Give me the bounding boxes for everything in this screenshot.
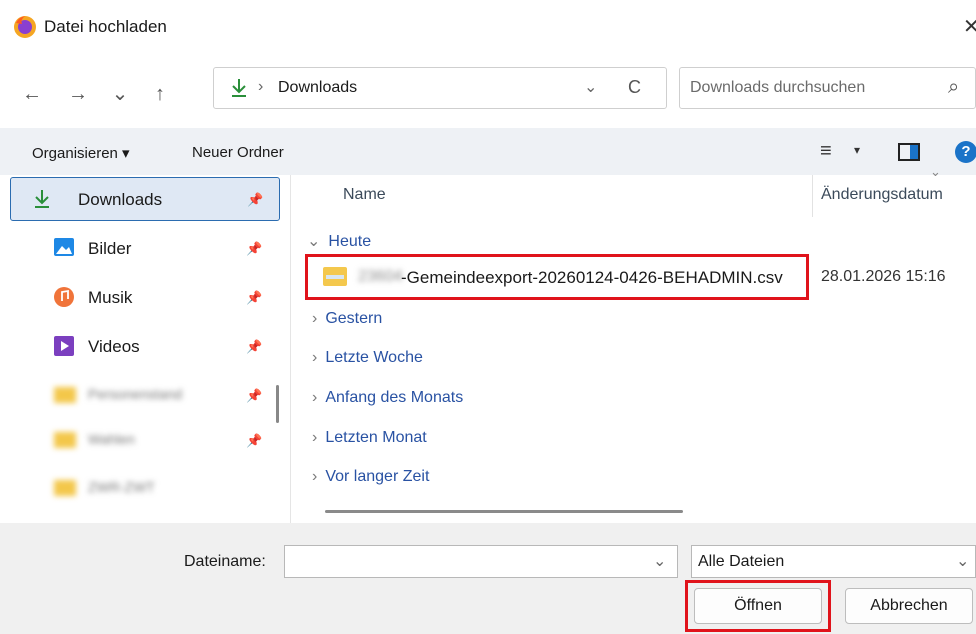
chevron-down-icon: ⌄: [307, 233, 321, 250]
forward-button[interactable]: →: [64, 80, 92, 108]
chevron-right-icon: ›: [312, 429, 318, 446]
pin-icon[interactable]: 📌: [246, 388, 262, 404]
music-icon: [54, 287, 74, 307]
firefox-icon: [14, 16, 36, 38]
sidebar-scrollbar[interactable]: [276, 385, 279, 423]
sidebar-item-label: Downloads: [78, 190, 163, 209]
back-button[interactable]: ←: [18, 80, 46, 108]
chevron-right-icon: ›: [312, 310, 318, 327]
filename-label: Dateiname:: [184, 553, 266, 570]
pin-icon[interactable]: 📌: [246, 339, 262, 355]
zip-file-icon: [323, 267, 347, 286]
file-name-redacted: 23604: [358, 268, 403, 285]
view-options-caret[interactable]: ▾: [854, 143, 860, 157]
sidebar-item-label: Bilder: [88, 239, 132, 258]
file-name[interactable]: -Gemeindeexport-20260124-0426-BEHADMIN.c…: [401, 268, 783, 288]
sidebar-item-folder[interactable]: Personenstand 📌: [10, 373, 280, 417]
sidebar-item-label: Musik: [88, 288, 133, 307]
group-long-ago[interactable]: › Vor langer Zeit: [312, 468, 429, 486]
pictures-icon: [54, 238, 74, 256]
breadcrumb-downloads[interactable]: Downloads: [278, 79, 357, 97]
recent-locations-button[interactable]: ⌄: [106, 80, 134, 108]
search-icon[interactable]: ⌕: [948, 76, 959, 99]
download-arrow-icon: [232, 79, 246, 97]
download-icon: [35, 190, 49, 208]
view-options-icon[interactable]: ≡: [820, 140, 832, 163]
search-input[interactable]: Downloads durchsuchen: [690, 79, 865, 97]
sidebar-item-folder[interactable]: Wahlen 📌: [10, 418, 280, 462]
refresh-button[interactable]: C: [628, 77, 641, 98]
group-label: Anfang des Monats: [325, 389, 464, 406]
sort-indicator-icon: ⌄: [930, 164, 941, 179]
pin-icon[interactable]: 📌: [246, 241, 262, 257]
pin-icon[interactable]: 📌: [246, 290, 262, 306]
sidebar-item-label: Wahlen: [88, 431, 135, 447]
group-label: Letzte Woche: [325, 349, 423, 366]
filename-dropdown-icon[interactable]: ⌄: [653, 551, 666, 571]
folder-icon: [54, 432, 76, 448]
videos-icon: [54, 336, 74, 356]
group-last-week[interactable]: › Letzte Woche: [312, 349, 423, 367]
sidebar-item-label: Videos: [88, 337, 140, 356]
file-type-value: Alle Dateien: [698, 553, 785, 570]
cancel-button[interactable]: Abbrechen: [845, 588, 973, 624]
group-last-month[interactable]: › Letzten Monat: [312, 429, 427, 447]
chevron-down-icon: ⌄: [956, 553, 970, 570]
address-dropdown-button[interactable]: ⌄: [584, 77, 597, 97]
search-box[interactable]: Downloads durchsuchen ⌕: [679, 67, 976, 109]
filename-input[interactable]: ⌄: [284, 545, 678, 578]
folder-icon: [54, 480, 76, 496]
group-label: Gestern: [325, 310, 383, 327]
breadcrumb-separator: ›: [258, 78, 264, 95]
group-label: Vor langer Zeit: [325, 468, 430, 485]
preview-pane-icon[interactable]: [898, 143, 920, 161]
sidebar-item-folder[interactable]: ZWR-ZWT: [10, 466, 280, 510]
command-bar: Organisieren ▾ Neuer Ordner ≡ ▾ ?: [0, 128, 976, 175]
chevron-right-icon: ›: [312, 468, 318, 485]
folder-icon: [54, 387, 76, 403]
help-icon[interactable]: ?: [955, 141, 976, 163]
file-date: 28.01.2026 15:16: [821, 268, 946, 285]
pane-divider[interactable]: [290, 175, 291, 523]
sidebar-item-downloads[interactable]: Downloads 📌: [10, 177, 280, 221]
group-label: Heute: [328, 233, 372, 250]
group-yesterday[interactable]: › Gestern: [312, 310, 382, 328]
sidebar-item-videos[interactable]: Videos 📌: [10, 324, 280, 368]
sidebar-item-label: ZWR-ZWT: [88, 479, 155, 495]
sidebar-item-label: Personenstand: [88, 386, 183, 402]
window-title: Datei hochladen: [44, 17, 167, 36]
column-divider[interactable]: [812, 175, 813, 217]
chevron-right-icon: ›: [312, 389, 318, 406]
open-button[interactable]: Öffnen: [694, 588, 822, 624]
close-button[interactable]: ✕: [963, 14, 976, 39]
column-header-date[interactable]: Änderungsdatum: [821, 186, 943, 204]
column-header-name[interactable]: Name: [343, 186, 386, 204]
new-folder-button[interactable]: Neuer Ordner: [192, 144, 284, 161]
address-bar[interactable]: › Downloads ⌄ C: [213, 67, 667, 109]
pin-icon[interactable]: 📌: [246, 433, 262, 449]
up-button[interactable]: ↑: [146, 80, 174, 108]
sidebar-item-bilder[interactable]: Bilder 📌: [10, 226, 280, 270]
chevron-right-icon: ›: [312, 349, 318, 366]
group-month-start[interactable]: › Anfang des Monats: [312, 389, 463, 407]
group-label: Letzten Monat: [325, 429, 427, 446]
group-today[interactable]: ⌄ Heute: [307, 231, 371, 251]
sidebar-item-musik[interactable]: Musik 📌: [10, 275, 280, 319]
title-bar: Datei hochladen ✕: [0, 0, 976, 64]
horizontal-scrollbar[interactable]: [325, 510, 683, 513]
pin-icon[interactable]: 📌: [247, 192, 263, 208]
organize-menu[interactable]: Organisieren ▾: [32, 144, 130, 162]
file-type-select[interactable]: Alle Dateien ⌄: [691, 545, 976, 578]
